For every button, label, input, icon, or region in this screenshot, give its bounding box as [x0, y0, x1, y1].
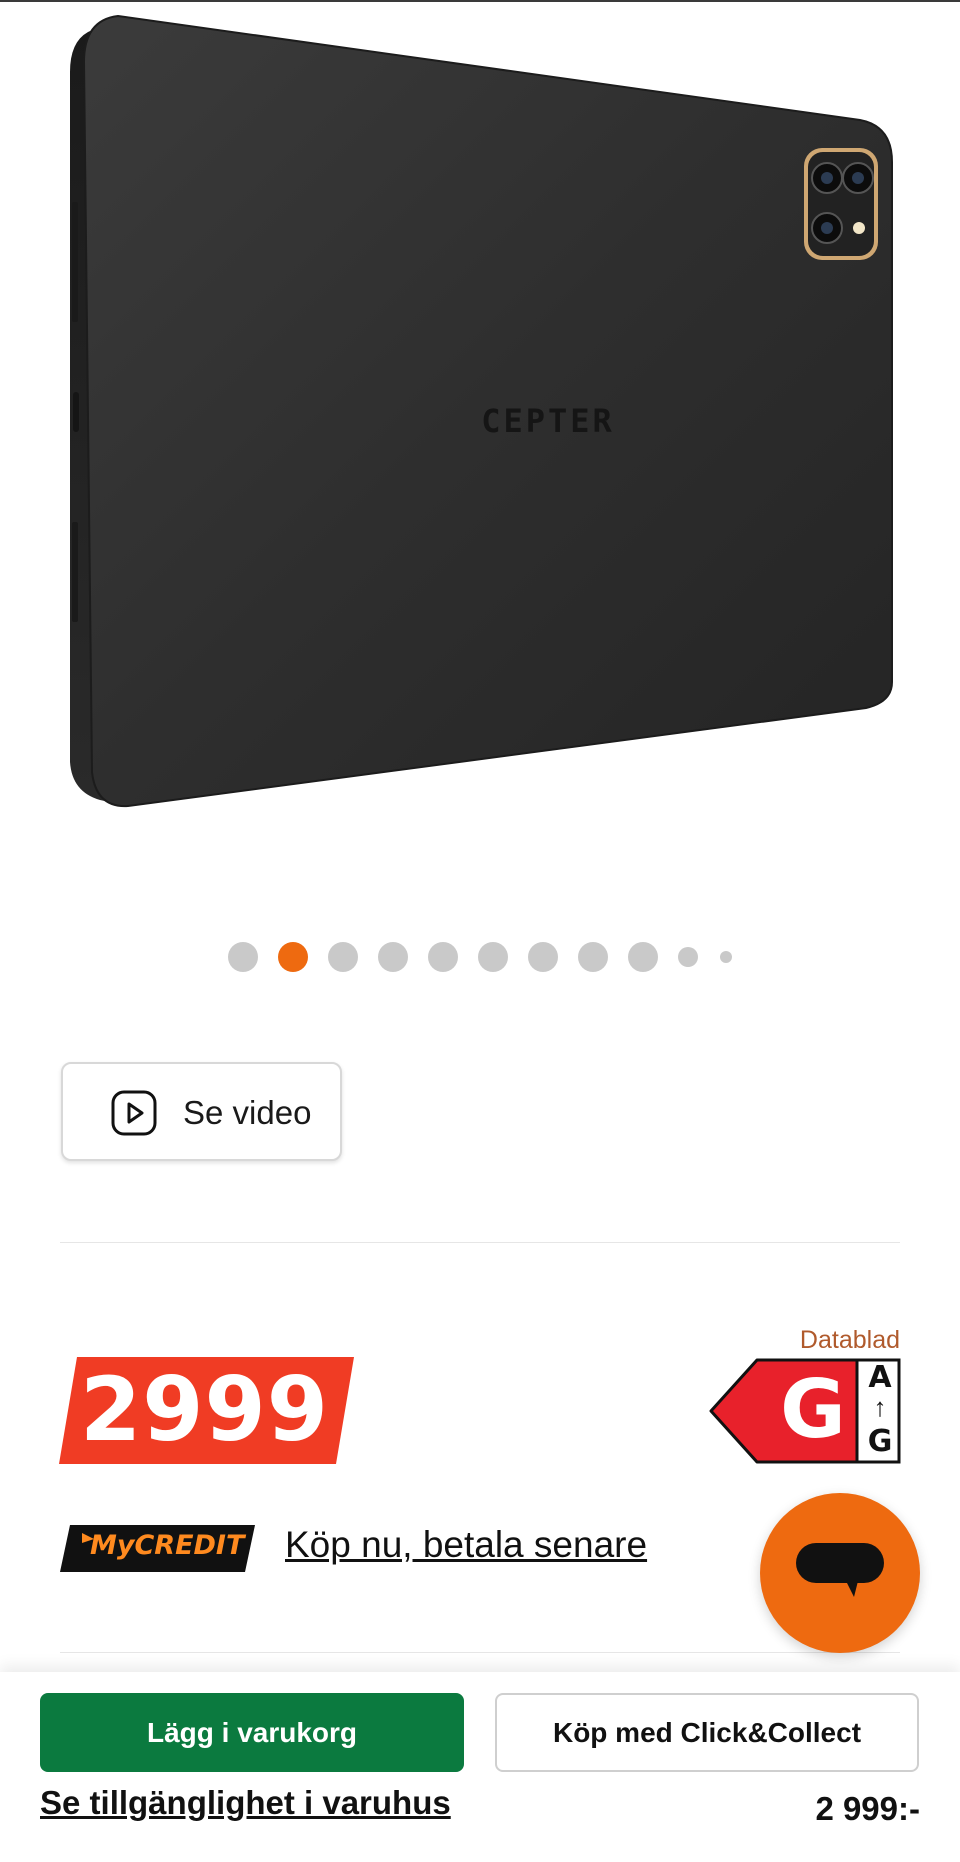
camera-module	[804, 148, 878, 260]
section-divider	[60, 1242, 900, 1243]
sticky-price: 2 999:-	[815, 1790, 920, 1827]
play-icon	[111, 1090, 157, 1136]
carousel-dot[interactable]	[378, 942, 408, 972]
buy-now-pay-later-link[interactable]: Köp nu, betala senare	[285, 1524, 647, 1566]
carousel-dot[interactable]	[428, 942, 458, 972]
product-image[interactable]: CEPTER	[0, 2, 960, 842]
image-carousel-dots[interactable]	[0, 940, 960, 972]
add-to-cart-button[interactable]: Lägg i varukorg	[40, 1693, 464, 1772]
see-video-label: Se video	[183, 1094, 312, 1131]
energy-scale-top: A	[868, 1360, 892, 1395]
carousel-dot[interactable]	[478, 942, 508, 972]
energy-grade: G	[780, 1363, 846, 1456]
see-video-button[interactable]: Se video	[61, 1062, 342, 1161]
store-availability-link[interactable]: Se tillgänglighet i varuhus	[40, 1784, 451, 1822]
chat-bubble-icon	[796, 1543, 884, 1597]
carousel-dot-active[interactable]	[278, 942, 308, 972]
carousel-dot[interactable]	[628, 942, 658, 972]
section-divider	[60, 1652, 900, 1653]
carousel-dot[interactable]	[678, 947, 698, 967]
brand-logo: CEPTER	[481, 402, 615, 440]
carousel-dot[interactable]	[228, 942, 258, 972]
carousel-dot[interactable]	[720, 951, 732, 963]
chat-button[interactable]	[760, 1493, 920, 1653]
carousel-dot[interactable]	[528, 942, 558, 972]
energy-scale-bottom: G	[867, 1424, 893, 1459]
datasheet-link[interactable]: Datablad	[800, 1326, 900, 1355]
energy-scale-arrow-icon: ↑	[873, 1392, 887, 1422]
mycredit-logo-text: MyCREDIT	[90, 1530, 245, 1561]
carousel-dot[interactable]	[328, 942, 358, 972]
carousel-dot[interactable]	[578, 942, 608, 972]
price-amount: 2999	[80, 1358, 329, 1461]
click-and-collect-button[interactable]: Köp med Click&Collect	[495, 1693, 919, 1772]
